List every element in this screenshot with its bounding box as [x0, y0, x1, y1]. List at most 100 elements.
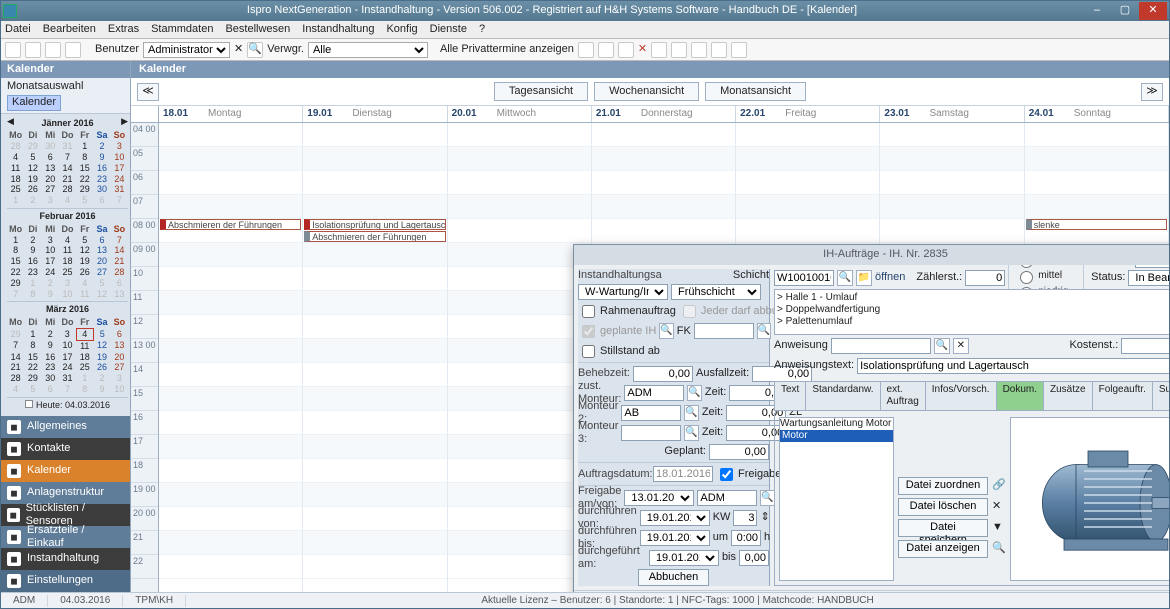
user-select[interactable]: Administrator — [143, 42, 230, 58]
nav-item[interactable]: ◼Anlagenstruktur — [1, 482, 130, 504]
menu-item[interactable]: Konfig — [386, 23, 417, 36]
anweisung-input[interactable] — [831, 338, 931, 354]
day-column[interactable]: Abschmieren der Führungen — [159, 123, 303, 592]
freigabe-date-select[interactable]: 13.01.2016 — [624, 490, 694, 506]
anweisungstext-input[interactable] — [857, 358, 1169, 374]
kostenst-input[interactable] — [1121, 338, 1169, 354]
dbis-time-input[interactable] — [731, 530, 761, 546]
freigabe-by-input[interactable] — [697, 490, 757, 506]
nav-item[interactable]: ◼Stücklisten / Sensoren — [1, 504, 130, 526]
nav-item[interactable]: ◼Ersatzteile / Einkauf — [1, 526, 130, 548]
tab[interactable]: Folgeauftr. — [1092, 381, 1153, 410]
search-icon[interactable]: 🔍 — [760, 490, 774, 506]
search-icon[interactable]: 🔍 — [247, 42, 263, 58]
location-tree[interactable]: > Halle 1 - Umlauf > Doppelwandfertigung… — [774, 289, 1169, 335]
document-item[interactable]: Wartungsanleitung Motor — [780, 418, 893, 430]
tool-icon[interactable] — [731, 42, 747, 58]
code-input[interactable] — [774, 270, 834, 286]
tab[interactable]: Dokum. — [996, 381, 1044, 410]
day-header[interactable]: 19.01Dienstag — [303, 106, 447, 122]
tab[interactable]: ext. Auftrag — [880, 381, 926, 410]
day-header[interactable]: 23.01Samstag — [880, 106, 1024, 122]
search-icon[interactable]: 🔍 — [837, 270, 853, 286]
next-month-icon[interactable]: ▶ — [121, 116, 128, 131]
prev-month-icon[interactable]: ◀ — [7, 116, 14, 131]
doc-action-icon[interactable]: 🔗 — [992, 479, 1006, 492]
calendar-chip[interactable]: Kalender — [7, 95, 61, 110]
folder-icon[interactable]: 📁 — [856, 270, 872, 286]
dam-select[interactable]: 19.01.2016 — [649, 550, 719, 566]
day-header[interactable]: 20.01Mittwoch — [448, 106, 592, 122]
monteur3-input[interactable] — [621, 425, 681, 441]
status-select[interactable]: In Bearbeitung — [1128, 270, 1169, 286]
scroll-right-button[interactable]: ≫ — [1141, 83, 1163, 101]
stillstand-checkbox[interactable] — [582, 345, 595, 358]
day-column[interactable]: Isolationsprüfung und LagertauschAbschmi… — [303, 123, 447, 592]
search-icon[interactable]: 🔍 — [687, 385, 701, 401]
zmonteur-input[interactable] — [624, 385, 684, 401]
prio-radio[interactable] — [1020, 271, 1033, 284]
clear-icon[interactable]: ✕ — [953, 338, 969, 354]
export-icon[interactable] — [598, 42, 614, 58]
tool-icon[interactable] — [691, 42, 707, 58]
doc-action-button[interactable]: Datei zuordnen — [898, 477, 988, 495]
kw-input[interactable] — [733, 510, 757, 526]
menu-item[interactable]: Datei — [5, 23, 31, 36]
tab[interactable]: Subaufträge — [1152, 381, 1169, 410]
tab[interactable]: Standardanw. — [805, 381, 880, 410]
day-column[interactable] — [448, 123, 592, 592]
today-label[interactable]: Heute: 04.03.2016 — [36, 400, 110, 410]
document-item[interactable]: Motor — [780, 430, 893, 442]
grid-icon[interactable] — [651, 42, 667, 58]
geplant-input[interactable] — [709, 444, 769, 460]
abbuchen-button[interactable]: Abbuchen — [638, 569, 710, 586]
search-icon[interactable]: 🔍 — [684, 425, 698, 441]
nav-item[interactable]: ◼Allgemeines — [1, 416, 130, 438]
nav-item[interactable]: ◼Einstellungen — [1, 570, 130, 592]
toolbar-icon[interactable] — [45, 42, 61, 58]
doc-action-icon[interactable]: ✕ — [992, 500, 1001, 513]
menu-item[interactable]: Extras — [108, 23, 139, 36]
minimize-button[interactable]: – — [1083, 2, 1111, 20]
open-link[interactable]: öffnen — [875, 271, 905, 284]
toolbar-icon[interactable] — [25, 42, 41, 58]
search-icon[interactable]: 🔍 — [757, 323, 771, 339]
mail-icon[interactable] — [618, 42, 634, 58]
fk-input[interactable] — [694, 323, 754, 339]
tab[interactable]: Text — [774, 381, 806, 410]
kw-stepper[interactable]: ⇕ — [760, 511, 769, 524]
view-button[interactable]: Tagesansicht — [494, 82, 588, 101]
view-button[interactable]: Wochenansicht — [594, 82, 699, 101]
dvon-select[interactable]: 19.01.2016 — [640, 510, 710, 526]
search-icon[interactable]: 🔍 — [684, 405, 698, 421]
tool-icon[interactable] — [671, 42, 687, 58]
day-header[interactable]: 22.01Freitag — [736, 106, 880, 122]
day-header[interactable]: 24.01Sonntag — [1025, 106, 1169, 122]
delete-icon[interactable]: ✕ — [638, 43, 647, 56]
zaehlerst-input[interactable] — [965, 270, 1005, 286]
scroll-left-button[interactable]: ≪ — [137, 83, 159, 101]
menu-item[interactable]: ? — [479, 23, 485, 36]
nav-item[interactable]: ◼Kalender — [1, 460, 130, 482]
menu-item[interactable]: Dienste — [430, 23, 467, 36]
close-button[interactable]: ✕ — [1139, 2, 1167, 20]
view-button[interactable]: Monatsansicht — [705, 82, 806, 101]
maximize-button[interactable]: ▢ — [1111, 2, 1139, 20]
doc-action-button[interactable]: Datei speichern — [898, 519, 988, 537]
toolbar-icon[interactable] — [65, 42, 81, 58]
calendar-event[interactable]: Isolationsprüfung und Lagertausch — [304, 219, 445, 230]
menu-item[interactable]: Bearbeiten — [43, 23, 96, 36]
doc-action-button[interactable]: Datei löschen — [898, 498, 988, 516]
doc-action-button[interactable]: Datei anzeigen — [898, 540, 988, 558]
calendar-event[interactable]: Abschmieren der Führungen — [304, 231, 445, 242]
tab[interactable]: Infos/Vorsch. — [925, 381, 997, 410]
menu-item[interactable]: Instandhaltung — [302, 23, 374, 36]
calendar-event[interactable]: slenke — [1026, 219, 1167, 230]
nav-item[interactable]: ◼Kontakte — [1, 438, 130, 460]
tool-icon[interactable] — [711, 42, 727, 58]
dbis-select[interactable]: 19.01.2016 — [640, 530, 710, 546]
nav-item[interactable]: ◼Instandhaltung — [1, 548, 130, 570]
mini-calendar[interactable]: ◀Jänner 2016▶ MoDiMiDoFrSaSo282930311234… — [1, 114, 130, 413]
doc-action-icon[interactable]: ▼ — [992, 521, 1003, 534]
search-icon[interactable]: 🔍 — [659, 323, 673, 339]
